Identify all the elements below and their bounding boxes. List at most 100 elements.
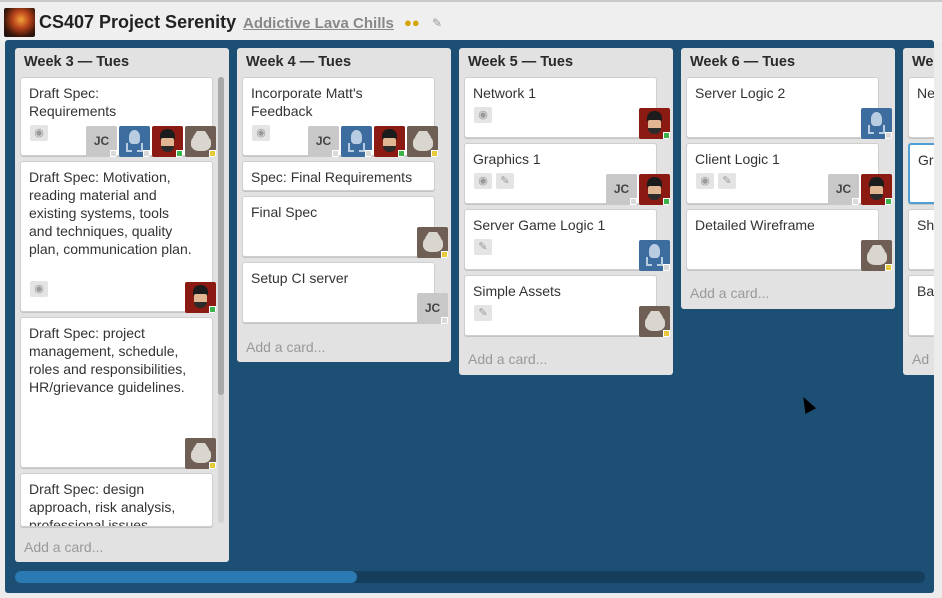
- add-card-link[interactable]: Add a card...: [24, 539, 103, 555]
- card-title: Graphics 1: [473, 151, 541, 167]
- card-title: Server Game Logic 1: [473, 217, 606, 233]
- org-link[interactable]: Addictive Lava Chills: [243, 15, 394, 32]
- card-title: Ne: [917, 85, 934, 101]
- add-card-link[interactable]: Ad: [912, 351, 929, 367]
- status-dot: [885, 198, 892, 205]
- card[interactable]: Detailed Wireframe: [686, 209, 892, 271]
- pencil-icon: ✎: [718, 173, 736, 189]
- board-horizontal-scrollbar-thumb[interactable]: [15, 571, 357, 583]
- status-dot: [209, 462, 216, 469]
- card-title: Draft Spec: design approach, risk analys…: [29, 481, 176, 527]
- list-title: Week 3 — Tues: [24, 54, 130, 70]
- board-title[interactable]: CS407 Project Serenity: [39, 12, 236, 33]
- avatar-initials: JC: [613, 182, 630, 196]
- card[interactable]: Network 1 ◉: [464, 77, 670, 139]
- status-dot: [431, 150, 438, 157]
- card[interactable]: Incorporate Matt's Feedback ◉ JC: [242, 77, 438, 157]
- card-title: Final Spec: [251, 204, 318, 220]
- member-avatar-squid[interactable]: [341, 126, 372, 157]
- member-avatar-squid[interactable]: [639, 240, 670, 271]
- member-avatar-cat[interactable]: [185, 126, 216, 157]
- add-card-link[interactable]: Add a card...: [468, 351, 547, 367]
- list-title: Week 6 — Tues: [690, 54, 796, 70]
- avatar-initials: JC: [424, 301, 441, 315]
- card[interactable]: Draft Spec: Motivation, reading material…: [20, 161, 216, 313]
- list-title: Week 5 — Tues: [468, 54, 574, 70]
- card[interactable]: Final Spec: [242, 196, 448, 258]
- member-avatar-beard[interactable]: [861, 174, 892, 205]
- card[interactable]: Graphics 1 ◉ ✎ JC: [464, 143, 670, 205]
- avatar-initials: JC: [315, 134, 332, 148]
- pencil-icon[interactable]: ✎: [432, 16, 442, 30]
- member-avatar-beard[interactable]: [152, 126, 183, 157]
- card[interactable]: Simple Assets ✎: [464, 275, 670, 337]
- card[interactable]: Draft Spec: design approach, risk analys…: [20, 473, 213, 527]
- watch-icon: ◉: [474, 107, 492, 123]
- member-avatar-jc[interactable]: JC: [308, 126, 339, 157]
- pencil-icon: ✎: [474, 305, 492, 321]
- add-card-link[interactable]: Add a card...: [246, 339, 325, 355]
- member-avatar-jc[interactable]: JC: [86, 126, 117, 157]
- member-avatar-jc[interactable]: JC: [417, 293, 448, 324]
- avatar-initials: JC: [835, 182, 852, 196]
- card[interactable]: Ne: [908, 77, 934, 138]
- board-logo[interactable]: [4, 8, 35, 37]
- pencil-icon: ✎: [474, 239, 492, 255]
- card[interactable]: Server Logic 2: [686, 77, 892, 139]
- card[interactable]: Gr: [908, 143, 934, 204]
- status-dot: [663, 198, 670, 205]
- card[interactable]: Client Logic 1 ◉ ✎ JC: [686, 143, 892, 205]
- board-header: CS407 Project Serenity Addictive Lava Ch…: [0, 0, 942, 42]
- status-dot: [885, 264, 892, 271]
- status-dot: [852, 198, 859, 205]
- status-dot: [441, 251, 448, 258]
- status-dot: [209, 306, 216, 313]
- member-avatar-squid[interactable]: [861, 108, 892, 139]
- card[interactable]: Draft Spec: Requirements ◉ JC: [20, 77, 216, 157]
- card[interactable]: Spec: Final Requirements: [242, 161, 435, 191]
- member-avatar-beard[interactable]: [639, 174, 670, 205]
- member-avatar-cat[interactable]: [639, 306, 670, 337]
- board-canvas: Week 3 — Tues Draft Spec: Requirements ◉…: [5, 40, 934, 593]
- status-dot: [441, 317, 448, 324]
- watch-icon: ◉: [30, 125, 48, 141]
- member-avatar-cat[interactable]: [185, 438, 216, 469]
- card-title: Gr: [918, 152, 934, 168]
- card-title: Spec: Final Requirements: [251, 169, 413, 185]
- card[interactable]: Sh: [908, 209, 934, 270]
- status-dot: [176, 150, 183, 157]
- card-title: Simple Assets: [473, 283, 561, 299]
- card[interactable]: Server Game Logic 1 ✎: [464, 209, 670, 271]
- list-scrollbar-thumb[interactable]: [218, 77, 224, 395]
- list-week-3: Week 3 — Tues Draft Spec: Requirements ◉…: [15, 48, 229, 562]
- member-avatar-squid[interactable]: [119, 126, 150, 157]
- card[interactable]: Draft Spec: project management, schedule…: [20, 317, 216, 469]
- card-title: Server Logic 2: [695, 85, 786, 101]
- status-dot: [365, 150, 372, 157]
- card[interactable]: Ba: [908, 275, 934, 336]
- card-title: Sh: [917, 217, 934, 233]
- member-avatar-cat[interactable]: [407, 126, 438, 157]
- member-avatar-jc[interactable]: JC: [606, 174, 637, 205]
- status-dot: [110, 150, 117, 157]
- card-title: Draft Spec: Motivation, reading material…: [29, 169, 192, 257]
- card-title: Draft Spec: project management, schedule…: [29, 325, 187, 395]
- status-dot: [630, 198, 637, 205]
- watch-icon: ◉: [30, 281, 48, 297]
- add-card-link[interactable]: Add a card...: [690, 285, 769, 301]
- member-avatar-cat[interactable]: [417, 227, 448, 258]
- member-avatar-beard[interactable]: [374, 126, 405, 157]
- member-avatar-beard[interactable]: [639, 108, 670, 139]
- member-avatar-jc[interactable]: JC: [828, 174, 859, 205]
- people-icon: ●●: [404, 15, 420, 30]
- card-title: Detailed Wireframe: [695, 217, 815, 233]
- member-avatar-beard[interactable]: [185, 282, 216, 313]
- list-title: Week 4 — Tues: [246, 54, 352, 70]
- status-dot: [332, 150, 339, 157]
- watch-icon: ◉: [252, 125, 270, 141]
- member-avatar-cat[interactable]: [861, 240, 892, 271]
- status-dot: [663, 264, 670, 271]
- card-title: Client Logic 1: [695, 151, 780, 167]
- list-week-7-partial: We Ne Gr Sh Ba Ad: [903, 48, 934, 375]
- card[interactable]: Setup CI server JC: [242, 262, 448, 324]
